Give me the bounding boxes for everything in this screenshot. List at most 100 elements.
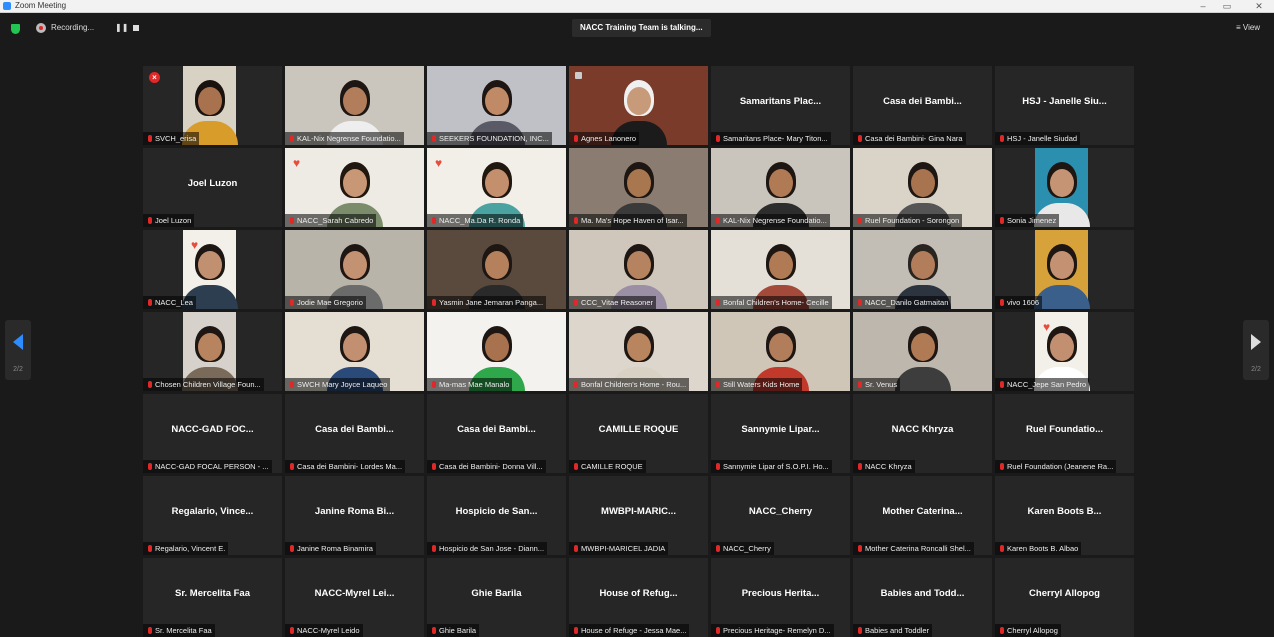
participant-tile[interactable]: Bonfal Children's Home - Rou... [569,312,708,391]
participant-tile[interactable]: Still Waters Kids Home [711,312,850,391]
participant-tile[interactable]: vivo 1606 [995,230,1134,309]
participant-name-text: NACC_Cherry [723,544,771,553]
participant-tile[interactable]: House of Refug... House of Refuge - Jessa… [569,558,708,637]
participant-tile[interactable]: Chosen Children Village Foun... [143,312,282,391]
pause-recording-button[interactable]: ❚❚ [115,21,128,35]
participant-tile[interactable]: Casa dei Bambi... Casa dei Bambini- Donna… [427,394,566,473]
chevron-left-icon [13,334,23,350]
muted-mic-icon [432,463,436,470]
participant-tile[interactable]: × SVCH_erisa [143,66,282,145]
participant-tile[interactable]: Babies and Todd... Babies and Toddler [853,558,992,637]
participant-tile[interactable]: Samaritans Plac... Samaritans Place- Mary… [711,66,850,145]
participant-tile[interactable]: Yasmin Jane Jemaran Panga... [427,230,566,309]
muted-mic-icon [1000,545,1004,552]
participant-name-label: House of Refuge - Jessa Mae... [569,624,690,637]
participant-tile[interactable]: NACC_Danilo Gatmaitan [853,230,992,309]
restore-button[interactable]: ▭ [1220,0,1234,12]
nacc-logo-heart-icon: ♥ [1043,320,1051,334]
security-shield-icon[interactable] [11,24,20,34]
participant-tile[interactable]: Agnes Lanonero [569,66,708,145]
participant-tile[interactable]: KAL-Nix Negrense Foundatio... [711,148,850,227]
participant-tile[interactable]: Ruel Foundation - Sorongon [853,148,992,227]
participant-tile[interactable]: MWBPI-MARIC... MWBPI-MARICEL JADIA [569,476,708,555]
participant-tile[interactable]: Janine Roma Bi... Janine Roma Binamira [285,476,424,555]
muted-mic-icon [432,545,436,552]
participant-tile[interactable]: Joel Luzon Joel Luzon [143,148,282,227]
participant-name-text: Ghie Barila [439,626,477,635]
participant-tile[interactable]: Karen Boots B... Karen Boots B. Albao [995,476,1134,555]
participant-tile[interactable]: Casa dei Bambi... Casa dei Bambini- Lorde… [285,394,424,473]
participant-tile[interactable]: Mother Caterina... Mother Caterina Roncal… [853,476,992,555]
participant-name-label: SEEKERS FOUNDATION, INC... [427,132,552,145]
participant-tile[interactable]: Ma-mas Mae Manalo [427,312,566,391]
participant-tile[interactable]: Jodie Mae Gregorio [285,230,424,309]
stop-recording-button[interactable] [133,25,139,31]
participant-tile[interactable]: HSJ - Janelle Siu... HSJ - Janelle Siudad [995,66,1134,145]
participant-name-label: Still Waters Kids Home [711,378,803,391]
participant-tile[interactable]: ♥ NACC_Jepe San Pedro [995,312,1134,391]
participant-tile[interactable]: Ghie Barila Ghie Barila [427,558,566,637]
participant-tile[interactable]: Sannymie Lipar... Sannymie Lipar of S.O.P… [711,394,850,473]
participant-name-text: MWBPI-MARICEL JADIA [581,544,666,553]
participant-tile[interactable]: Sr. Mercelita Faa Sr. Mercelita Faa [143,558,282,637]
muted-mic-icon [1000,217,1004,224]
muted-mic-icon [432,217,436,224]
participant-tile[interactable]: SEEKERS FOUNDATION, INC... [427,66,566,145]
participant-name-text: KAL-Nix Negrense Foundatio... [297,134,401,143]
person-face [342,168,367,197]
participant-tile[interactable]: NACC-Myrel Lei... NACC-Myrel Leido [285,558,424,637]
person-face [342,86,367,115]
participant-tile[interactable]: Precious Herita... Precious Heritage- Rem… [711,558,850,637]
muted-mic-icon [574,545,578,552]
participant-name-label: Ruel Foundation - Sorongon [853,214,963,227]
next-page-button[interactable]: 2/2 [1243,320,1269,380]
view-button[interactable]: ≡ View [1236,22,1260,34]
muted-mic-icon [716,381,720,388]
participant-name-label: Casa dei Bambini- Donna Vill... [427,460,546,473]
participant-tile[interactable]: ♥ NACC_Lea [143,230,282,309]
participant-name-label: Casa dei Bambini- Gina Nara [853,132,966,145]
participant-tile[interactable]: NACC Khryza NACC Khryza [853,394,992,473]
participant-tile[interactable]: Sr. Venus [853,312,992,391]
minimize-button[interactable]: – [1196,0,1210,12]
participant-tile[interactable]: ♥ NACC_Ma.Da R. Ronda [427,148,566,227]
participant-name-text: Casa dei Bambini- Gina Nara [865,134,963,143]
muted-mic-icon [574,381,578,388]
participant-name-label: Jodie Mae Gregorio [285,296,366,309]
participant-display-name: Karen Boots B... [1027,506,1102,517]
muted-mic-icon [574,627,578,634]
muted-mic-icon [1000,299,1004,306]
muted-mic-icon [858,299,862,306]
participant-tile[interactable]: Hospicio de San... Hospicio de San Jose -… [427,476,566,555]
muted-mic-icon [290,381,294,388]
participant-name-text: Sr. Venus [865,380,898,389]
participant-name-text: KAL-Nix Negrense Foundatio... [723,216,827,225]
close-video-icon[interactable]: × [149,72,160,83]
participant-name-text: SWCH Mary Joyce Laqueo [297,380,388,389]
participant-tile[interactable]: Casa dei Bambi... Casa dei Bambini- Gina … [853,66,992,145]
participant-tile[interactable]: CAMILLE ROQUE CAMILLE ROQUE [569,394,708,473]
participant-tile[interactable]: NACC_Cherry NACC_Cherry [711,476,850,555]
window-title: Zoom Meeting [15,1,67,10]
close-window-button[interactable]: ✕ [1252,0,1266,12]
participant-tile[interactable]: Cherryl Allopog Cherryl Allopog [995,558,1134,637]
participant-tile[interactable]: ♥ NACC_Sarah Cabredo [285,148,424,227]
previous-page-button[interactable]: 2/2 [5,320,31,380]
participant-name-text: Mother Caterina Roncalli Shel... [865,544,971,553]
participant-tile[interactable]: Ma. Ma's Hope Haven of Isar... [569,148,708,227]
participant-name-text: SVCH_erisa [155,134,197,143]
participant-name-label: CCC_Vitae Reasoner [569,296,656,309]
participant-tile[interactable]: Regalario, Vince... Regalario, Vincent E. [143,476,282,555]
participant-name-text: Ruel Foundation (Jeanene Ra... [1007,462,1114,471]
participant-tile[interactable]: Bonfal Children's Home- Cecille [711,230,850,309]
muted-mic-icon [716,463,720,470]
participant-tile[interactable]: KAL-Nix Negrense Foundatio... [285,66,424,145]
participant-tile[interactable]: SWCH Mary Joyce Laqueo [285,312,424,391]
participant-tile[interactable]: Ruel Foundatio... Ruel Foundation (Jeanen… [995,394,1134,473]
participant-tile[interactable]: NACC-GAD FOC... NACC-GAD FOCAL PERSON - .… [143,394,282,473]
participant-display-name: Precious Herita... [741,588,820,599]
participant-tile[interactable]: Sonia Jimenez [995,148,1134,227]
participant-name-text: Babies and Toddler [865,626,930,635]
participant-display-name: House of Refug... [599,588,678,599]
participant-tile[interactable]: CCC_Vitae Reasoner [569,230,708,309]
